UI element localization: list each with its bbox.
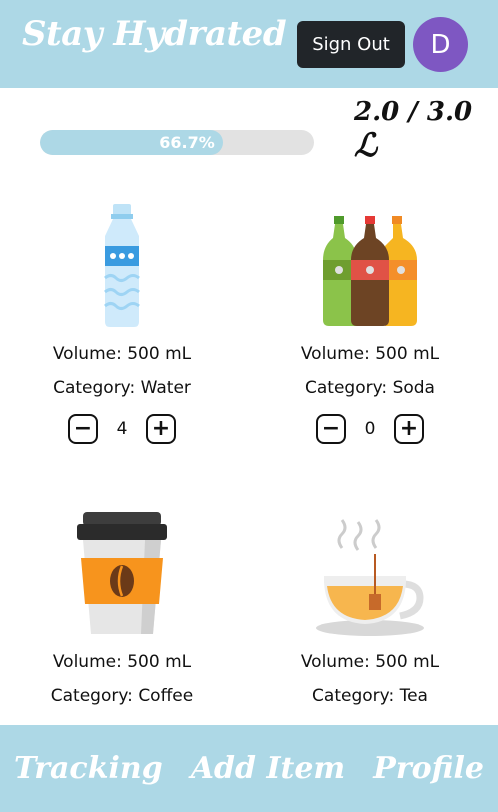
coffee-cup-icon: [12, 508, 232, 636]
progress-fill: 66.7%: [40, 130, 223, 155]
nav-add-item[interactable]: Add Item: [191, 751, 345, 786]
soda-bottles-icon: [260, 200, 480, 328]
app-title: Stay Hydrated: [22, 14, 287, 54]
decrement-button[interactable]: −: [316, 414, 346, 444]
quantity-value: 0: [364, 419, 376, 439]
hydration-progress-bar: 66.7%: [40, 130, 314, 155]
consumed-amount: 2.0: [354, 97, 400, 127]
drink-category: Category: Coffee: [50, 686, 194, 706]
drink-card-coffee: Volume: 500 mL Category: Coffee: [12, 508, 232, 706]
tea-cup-icon: [260, 508, 480, 636]
progress-percent: 66.7%: [159, 133, 215, 152]
goal-amount: 3.0: [426, 97, 473, 127]
sign-out-button[interactable]: Sign Out: [297, 21, 405, 68]
increment-button[interactable]: +: [394, 414, 424, 444]
drink-volume: Volume: 500 mL: [300, 652, 440, 672]
bottom-nav: Tracking Add Item Profile: [0, 725, 498, 812]
increment-button[interactable]: +: [146, 414, 176, 444]
intake-summary: 2.0 / 3.0 ℒ: [354, 96, 494, 162]
drink-category: Category: Tea: [312, 686, 428, 706]
drink-volume: Volume: 500 mL: [300, 344, 440, 364]
nav-tracking[interactable]: Tracking: [14, 751, 163, 786]
drink-card-soda: Volume: 500 mL Category: Soda − 0 +: [260, 200, 480, 444]
drink-card-water: Volume: 500 mL Category: Water − 4 +: [12, 200, 232, 444]
drink-volume: Volume: 500 mL: [52, 344, 192, 364]
water-bottle-icon: [12, 200, 232, 328]
unit-label: ℒ: [354, 126, 378, 164]
amount-separator: /: [408, 97, 418, 127]
drink-category: Category: Water: [53, 378, 191, 398]
drink-volume: Volume: 500 mL: [52, 652, 192, 672]
decrement-button[interactable]: −: [68, 414, 98, 444]
quantity-value: 4: [116, 419, 128, 439]
avatar[interactable]: D: [413, 17, 468, 72]
quantity-stepper: − 0 +: [260, 414, 480, 444]
nav-profile[interactable]: Profile: [373, 751, 484, 786]
drink-category: Category: Soda: [305, 378, 435, 398]
drink-card-tea: Volume: 500 mL Category: Tea: [260, 508, 480, 706]
app-header: Stay Hydrated Sign Out D: [0, 0, 498, 88]
quantity-stepper: − 4 +: [12, 414, 232, 444]
